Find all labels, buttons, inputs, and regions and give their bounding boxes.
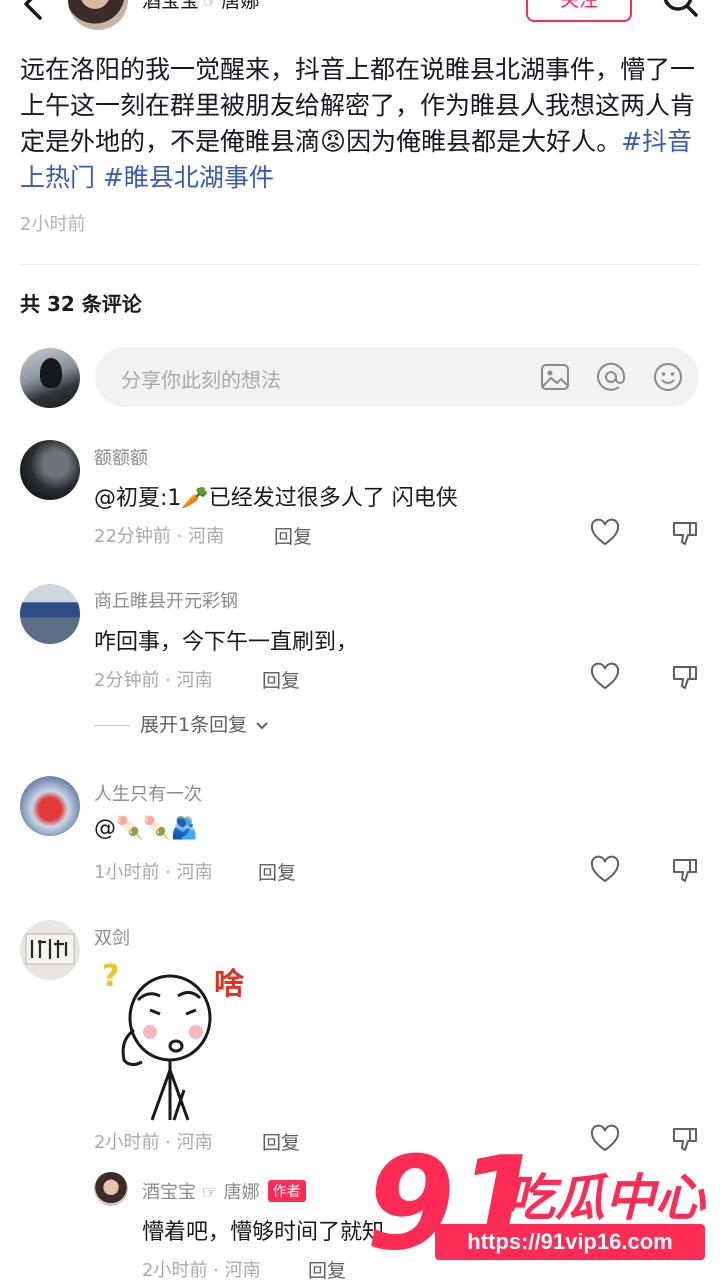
expand-replies-button[interactable]: 展开1条回复 bbox=[94, 710, 269, 737]
comment-meta: 1小时前 · 河南 bbox=[94, 862, 213, 883]
comment-input-placeholder: 分享你此刻的想法 bbox=[121, 368, 281, 392]
dislike-icon[interactable] bbox=[670, 518, 700, 548]
author-reply-username: 酒宝宝 bbox=[142, 1182, 196, 1203]
comment-meta: 2分钟前 · 河南 bbox=[94, 670, 213, 691]
expand-replies-label: 展开1条回复 bbox=[140, 714, 248, 736]
commenter-name[interactable]: 双剑 bbox=[94, 924, 130, 950]
author-avatar[interactable] bbox=[68, 0, 128, 30]
reply-button[interactable]: 回复 bbox=[274, 522, 312, 549]
comment-text: 懵着吧，懵够时间了就知 bbox=[142, 1220, 385, 1245]
post-text: 远在洛阳的我一觉醒来，抖音上都在说睢县北湖事件，懵了一上午这一刻在群里被朋友给解… bbox=[20, 55, 696, 156]
comment-meta: 2小时前 · 河南 bbox=[94, 1132, 213, 1153]
divider bbox=[20, 264, 700, 265]
back-arrow-icon[interactable] bbox=[18, 0, 54, 22]
heart-icon[interactable] bbox=[590, 662, 620, 692]
author-partner: 唐娜 bbox=[221, 0, 260, 12]
calligraphy-avatar-image bbox=[25, 933, 75, 965]
comment-meta: 22分钟前 · 河南 bbox=[94, 526, 225, 547]
mention-icon[interactable] bbox=[595, 361, 627, 393]
post-time: 2小时前 bbox=[20, 214, 86, 235]
watermark-brand: 吃瓜中心 bbox=[505, 1169, 705, 1227]
commenter-name[interactable]: 人生只有一次 bbox=[94, 780, 202, 806]
image-icon[interactable] bbox=[539, 361, 571, 393]
search-icon[interactable] bbox=[660, 0, 700, 22]
reply-button[interactable]: 回复 bbox=[258, 858, 296, 885]
heart-icon[interactable] bbox=[590, 518, 620, 548]
pair-tag-icon: ☞ bbox=[203, 0, 218, 11]
reply-button[interactable]: 回复 bbox=[262, 1128, 300, 1155]
author-username: 酒宝宝 bbox=[142, 0, 200, 12]
pair-tag-icon: ☞ bbox=[201, 1182, 218, 1203]
hashtag-link[interactable]: #睢县北湖事件 bbox=[103, 163, 274, 192]
commenter-name[interactable]: 额额额 bbox=[94, 444, 148, 470]
author-badge: 作者 bbox=[267, 1180, 306, 1202]
heart-icon[interactable] bbox=[590, 855, 620, 885]
follow-button[interactable]: 关注 bbox=[526, 0, 632, 22]
commenter-avatar[interactable] bbox=[20, 440, 80, 500]
comment-text: @🍡🍡🫂 bbox=[94, 816, 199, 841]
sticker-caption: 啥 bbox=[214, 967, 244, 1002]
post-caption: 远在洛阳的我一觉醒来，抖音上都在说睢县北湖事件，懵了一上午这一刻在群里被朋友给解… bbox=[20, 52, 696, 196]
commenter-avatar[interactable] bbox=[20, 920, 80, 980]
author-reply-partner: 唐娜 bbox=[223, 1182, 260, 1203]
dislike-icon[interactable] bbox=[670, 662, 700, 692]
emoji-icon[interactable] bbox=[652, 361, 684, 393]
svg-text:?: ? bbox=[102, 960, 119, 994]
confused-sticker: ? 啥 bbox=[102, 960, 244, 1121]
comment-text: @初夏:1🥕已经发过很多人了 闪电侠 bbox=[94, 486, 458, 511]
commenter-avatar[interactable] bbox=[20, 584, 80, 644]
expand-line bbox=[94, 725, 130, 726]
commenter-name[interactable]: 商丘睢县开元彩钢 bbox=[94, 587, 238, 613]
comment-meta: 2小时前 · 河南 bbox=[142, 1260, 261, 1281]
reply-button[interactable]: 回复 bbox=[262, 666, 300, 693]
comment-count: 共 32 条评论 bbox=[20, 292, 142, 316]
comment-input[interactable]: 分享你此刻的想法 bbox=[95, 347, 699, 407]
author-reply-name[interactable]: 酒宝宝 ☞ 唐娜 作者 bbox=[142, 1178, 306, 1204]
comment-text: 咋回事，今下午一直刷到， bbox=[94, 630, 359, 655]
watermark-url: https://91vip16.com bbox=[435, 1224, 705, 1260]
commenter-avatar[interactable] bbox=[20, 776, 80, 836]
chevron-down-icon bbox=[256, 721, 268, 729]
author-reply-avatar[interactable] bbox=[94, 1172, 128, 1206]
my-avatar bbox=[20, 348, 80, 408]
top-bar: 酒宝宝 ☞ 唐娜 关注 bbox=[0, 0, 720, 40]
author-name[interactable]: 酒宝宝 ☞ 唐娜 bbox=[142, 0, 259, 13]
dislike-icon[interactable] bbox=[670, 855, 700, 885]
reply-button[interactable]: 回复 bbox=[308, 1256, 346, 1283]
